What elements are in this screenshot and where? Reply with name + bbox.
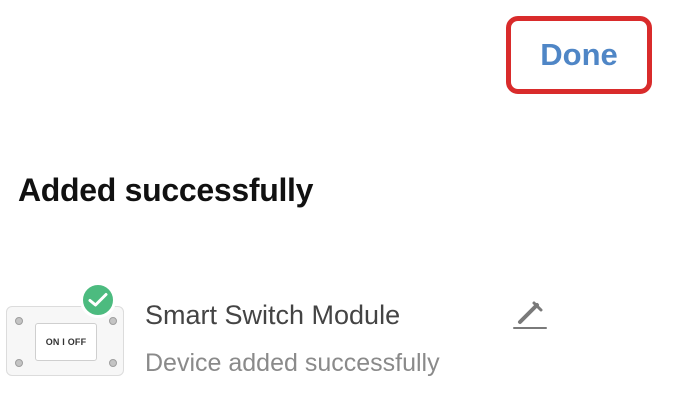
device-image: ON I OFF bbox=[6, 306, 124, 376]
device-name: Smart Switch Module bbox=[145, 300, 401, 330]
screw bbox=[15, 359, 23, 367]
page-title: Added successfully bbox=[18, 172, 314, 208]
check-icon bbox=[80, 282, 116, 318]
screw bbox=[109, 317, 117, 325]
device-row: ON I OFF Smart Switch Module Device adde… bbox=[0, 282, 680, 392]
edit-button[interactable] bbox=[510, 298, 548, 332]
pencil-icon bbox=[513, 301, 547, 329]
switch-text: ON I OFF bbox=[45, 337, 87, 347]
screw bbox=[15, 317, 23, 325]
screw bbox=[109, 359, 117, 367]
switch-face: ON I OFF bbox=[35, 323, 97, 361]
done-button[interactable]: Done bbox=[506, 16, 652, 94]
device-status: Device added successfully bbox=[145, 349, 440, 377]
